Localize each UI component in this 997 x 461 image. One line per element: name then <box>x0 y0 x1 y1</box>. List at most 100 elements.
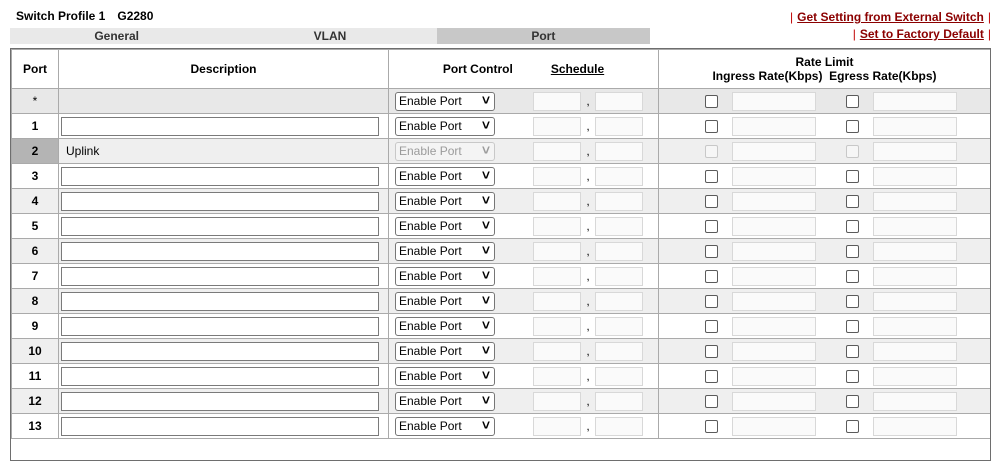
port-control-select[interactable]: Enable Port ˅ <box>395 266 495 286</box>
tab-general[interactable]: General <box>10 28 224 44</box>
factory-default-link[interactable]: Set to Factory Default <box>860 27 984 41</box>
egress-rate-input[interactable] <box>873 191 957 211</box>
schedule-input-1[interactable] <box>533 416 581 436</box>
ingress-rate-input[interactable] <box>732 91 816 111</box>
description-input[interactable] <box>61 266 379 286</box>
port-control-select[interactable]: Enable Port ˅ <box>395 341 495 361</box>
ingress-rate-input[interactable] <box>732 116 816 136</box>
tab-port[interactable]: Port <box>436 28 650 44</box>
description-input[interactable] <box>61 316 379 336</box>
schedule-input-2[interactable] <box>595 216 643 236</box>
schedule-input-1[interactable] <box>533 266 581 286</box>
ingress-rate-input[interactable] <box>732 266 816 286</box>
schedule-link[interactable]: Schedule <box>551 62 604 76</box>
schedule-input-1[interactable] <box>533 91 581 111</box>
ingress-rate-input[interactable] <box>732 316 816 336</box>
description-input[interactable] <box>61 366 379 386</box>
ingress-checkbox[interactable] <box>705 344 718 358</box>
schedule-input-2[interactable] <box>595 91 643 111</box>
egress-rate-input[interactable] <box>873 166 957 186</box>
description-input[interactable] <box>61 291 379 311</box>
description-input[interactable] <box>61 391 379 411</box>
schedule-input-2[interactable] <box>595 141 643 161</box>
ingress-rate-input[interactable] <box>732 191 816 211</box>
egress-rate-input[interactable] <box>873 366 957 386</box>
egress-checkbox[interactable] <box>846 419 859 433</box>
egress-checkbox[interactable] <box>846 319 859 333</box>
schedule-input-2[interactable] <box>595 341 643 361</box>
ingress-checkbox[interactable] <box>705 369 718 383</box>
ingress-rate-input[interactable] <box>732 216 816 236</box>
get-setting-link[interactable]: Get Setting from External Switch <box>797 10 984 24</box>
schedule-input-2[interactable] <box>595 166 643 186</box>
ingress-rate-input[interactable] <box>732 241 816 261</box>
egress-rate-input[interactable] <box>873 116 957 136</box>
description-input[interactable] <box>61 141 379 161</box>
egress-rate-input[interactable] <box>873 341 957 361</box>
port-control-select[interactable]: Enable Port ˅ <box>395 291 495 311</box>
description-input[interactable] <box>61 241 379 261</box>
ingress-checkbox[interactable] <box>705 219 718 233</box>
egress-checkbox[interactable] <box>846 294 859 308</box>
egress-rate-input[interactable] <box>873 141 957 161</box>
ingress-rate-input[interactable] <box>732 391 816 411</box>
egress-rate-input[interactable] <box>873 91 957 111</box>
ingress-checkbox[interactable] <box>705 319 718 333</box>
description-input[interactable] <box>61 216 379 236</box>
description-input[interactable] <box>61 116 379 136</box>
ingress-rate-input[interactable] <box>732 341 816 361</box>
ingress-rate-input[interactable] <box>732 416 816 436</box>
egress-checkbox[interactable] <box>846 194 859 208</box>
schedule-input-1[interactable] <box>533 141 581 161</box>
egress-rate-input[interactable] <box>873 391 957 411</box>
schedule-input-1[interactable] <box>533 366 581 386</box>
ingress-rate-input[interactable] <box>732 166 816 186</box>
schedule-input-1[interactable] <box>533 341 581 361</box>
schedule-input-2[interactable] <box>595 391 643 411</box>
schedule-input-2[interactable] <box>595 116 643 136</box>
egress-checkbox[interactable] <box>846 269 859 283</box>
egress-checkbox[interactable] <box>846 169 859 183</box>
port-control-select[interactable]: Enable Port ˅ <box>395 166 495 186</box>
port-control-select[interactable]: Enable Port ˅ <box>395 316 495 336</box>
port-control-select[interactable]: Enable Port ˅ <box>395 91 495 111</box>
egress-rate-input[interactable] <box>873 416 957 436</box>
egress-checkbox[interactable] <box>846 119 859 133</box>
schedule-input-1[interactable] <box>533 291 581 311</box>
egress-rate-input[interactable] <box>873 266 957 286</box>
egress-rate-input[interactable] <box>873 316 957 336</box>
schedule-input-1[interactable] <box>533 166 581 186</box>
port-control-select[interactable]: Enable Port ˅ <box>395 191 495 211</box>
port-control-select[interactable]: Enable Port ˅ <box>395 391 495 411</box>
ingress-checkbox[interactable] <box>705 244 718 258</box>
port-control-select[interactable]: Enable Port ˅ <box>395 416 495 436</box>
ingress-checkbox[interactable] <box>705 119 718 133</box>
egress-checkbox[interactable] <box>846 94 859 108</box>
description-input[interactable] <box>61 166 379 186</box>
description-input[interactable] <box>61 416 379 436</box>
ingress-rate-input[interactable] <box>732 141 816 161</box>
ingress-checkbox[interactable] <box>705 194 718 208</box>
ingress-rate-input[interactable] <box>732 291 816 311</box>
port-control-select[interactable]: Enable Port ˅ <box>395 116 495 136</box>
egress-rate-input[interactable] <box>873 241 957 261</box>
schedule-input-1[interactable] <box>533 216 581 236</box>
ingress-rate-input[interactable] <box>732 366 816 386</box>
schedule-input-1[interactable] <box>533 316 581 336</box>
schedule-input-1[interactable] <box>533 191 581 211</box>
schedule-input-2[interactable] <box>595 241 643 261</box>
ingress-checkbox[interactable] <box>705 169 718 183</box>
schedule-input-1[interactable] <box>533 391 581 411</box>
egress-checkbox[interactable] <box>846 344 859 358</box>
ingress-checkbox[interactable] <box>705 419 718 433</box>
port-control-select[interactable]: Enable Port ˅ <box>395 241 495 261</box>
egress-checkbox[interactable] <box>846 244 859 258</box>
egress-rate-input[interactable] <box>873 216 957 236</box>
tab-vlan[interactable]: VLAN <box>223 28 437 44</box>
schedule-input-1[interactable] <box>533 116 581 136</box>
ingress-checkbox[interactable] <box>705 394 718 408</box>
schedule-input-2[interactable] <box>595 366 643 386</box>
ingress-checkbox[interactable] <box>705 269 718 283</box>
egress-checkbox[interactable] <box>846 369 859 383</box>
schedule-input-2[interactable] <box>595 316 643 336</box>
